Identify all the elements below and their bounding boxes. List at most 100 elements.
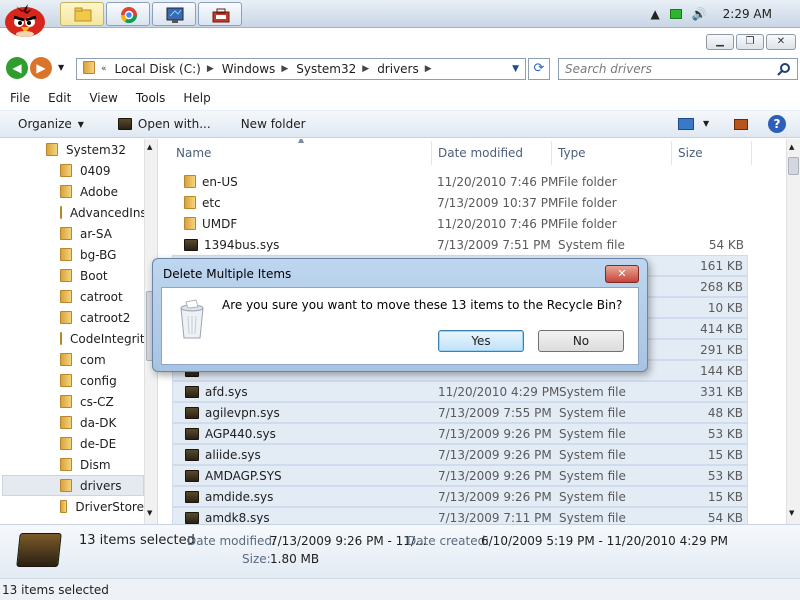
tray-up-arrow-icon[interactable]: ▲ (650, 7, 659, 21)
table-row[interactable]: aliide.sys 7/13/2009 9:26 PM System file 15… (172, 444, 748, 465)
chrome-icon (120, 7, 138, 24)
menu-view[interactable]: View (89, 91, 117, 105)
clock[interactable]: 2:29 AM (723, 7, 772, 21)
taskbar-explorer-button[interactable] (60, 2, 104, 26)
system-file-icon (185, 448, 199, 461)
dialog-body: Are you sure you want to move these 13 i… (161, 287, 639, 365)
crumb-system32[interactable]: System32 (296, 62, 356, 76)
scroll-up-icon[interactable]: ▲ (147, 143, 152, 151)
search-input[interactable]: Search drivers (558, 58, 798, 80)
table-row[interactable]: amdk8.sys 7/13/2009 7:11 PM System file 54 … (172, 507, 748, 524)
folder-icon (184, 196, 196, 209)
row-date: 7/13/2009 7:51 PM (437, 237, 551, 252)
address-dropdown-icon[interactable]: ▼ (512, 64, 519, 74)
column-size[interactable]: Size (672, 141, 752, 165)
yes-button[interactable]: Yes (438, 330, 524, 352)
tray-volume-icon[interactable]: 🔊 (692, 7, 707, 21)
crumb-arrow-icon[interactable]: ▶ (362, 64, 369, 74)
row-name: etc (184, 196, 434, 210)
table-row[interactable]: afd.sys 11/20/2010 4:29 PM System file 331 … (172, 381, 748, 402)
search-icon[interactable] (777, 62, 791, 76)
menu-file[interactable]: File (10, 91, 30, 105)
folder-icon (60, 437, 72, 450)
refresh-button[interactable]: ⟳ (528, 58, 550, 80)
recent-pages-icon[interactable]: ▼ (58, 63, 64, 72)
file-name: 1394bus.sys (204, 237, 280, 252)
table-row[interactable]: UMDF 11/20/2010 7:46 PM File folder (172, 213, 748, 234)
table-row[interactable]: AGP440.sys 7/13/2009 9:26 PM System file 53… (172, 423, 748, 444)
row-size: 54 KB (708, 237, 744, 252)
folder-icon (60, 185, 72, 198)
no-button[interactable]: No (538, 330, 624, 352)
crumb-arrow-icon[interactable]: ▶ (281, 64, 288, 74)
view-options-icon[interactable] (678, 118, 694, 130)
column-name[interactable]: Name (170, 141, 432, 165)
maximize-button[interactable]: ❐ (736, 34, 764, 50)
scroll-down-icon[interactable]: ▼ (147, 509, 152, 517)
angry-bird-icon[interactable] (2, 0, 48, 38)
help-icon[interactable]: ? (768, 115, 786, 133)
preview-pane-icon[interactable] (734, 119, 748, 130)
taskbar-chrome-button[interactable] (106, 2, 150, 26)
minimize-button[interactable]: ▁ (706, 34, 734, 50)
crumb-local-disk[interactable]: Local Disk (C:) (115, 62, 201, 76)
nav-item-drivers[interactable]: drivers (2, 475, 144, 496)
crumb-arrow-icon[interactable]: ▶ (207, 64, 214, 74)
file-scroll-thumb[interactable] (788, 157, 799, 175)
scroll-up-icon[interactable]: ▲ (789, 143, 794, 151)
organize-button[interactable]: Organize ▼ (18, 117, 84, 131)
details-pane: 13 items selected Date modified: 7/13/20… (0, 524, 800, 578)
forward-button[interactable]: ▶ (30, 57, 52, 79)
table-row[interactable]: en-US 11/20/2010 7:46 PM File folder (172, 171, 748, 192)
tray-network-icon[interactable] (669, 9, 682, 19)
column-date-modified[interactable]: Date modified (432, 141, 552, 165)
nav-item-system32[interactable]: System32 (46, 139, 157, 160)
table-row[interactable]: AMDAGP.SYS 7/13/2009 9:26 PM System file 53… (172, 465, 748, 486)
menu-help[interactable]: Help (183, 91, 210, 105)
row-name: 1394bus.sys (184, 238, 434, 252)
menu-edit[interactable]: Edit (48, 91, 71, 105)
table-row[interactable]: 1394bus.sys 7/13/2009 7:51 PM System file 5… (172, 234, 748, 255)
folder-small-icon (83, 61, 95, 77)
scroll-down-icon[interactable]: ▼ (789, 509, 794, 517)
row-name: amdide.sys (185, 490, 435, 504)
row-date: 7/13/2009 9:26 PM (438, 447, 552, 462)
nav-item[interactable]: AdvancedInstallers (60, 202, 144, 223)
address-bar[interactable]: « Local Disk (C:) ▶ Windows ▶ System32 ▶… (76, 58, 526, 80)
open-with-button[interactable]: Open with... (117, 117, 211, 131)
column-type[interactable]: Type (552, 141, 672, 165)
nav-item[interactable]: DriverStore (60, 496, 144, 517)
row-size: 414 KB (700, 321, 743, 336)
system-file-icon (185, 385, 199, 398)
crumb-drivers[interactable]: drivers (377, 62, 419, 76)
row-date: 7/13/2009 7:55 PM (438, 405, 552, 420)
nav-label: CodeIntegrity (70, 331, 144, 346)
row-date: 11/20/2010 4:29 PM (438, 384, 560, 399)
taskbar-display-button[interactable] (152, 2, 196, 26)
nav-item[interactable]: CodeIntegrity (60, 328, 144, 349)
row-size: 53 KB (707, 426, 743, 441)
taskbar-network-button[interactable] (198, 2, 242, 26)
crumb-arrow-icon[interactable]: ▶ (425, 64, 432, 74)
row-size: 161 KB (700, 258, 743, 273)
chevron-left-icon[interactable]: « (101, 64, 107, 74)
menu-tools[interactable]: Tools (136, 91, 166, 105)
row-size: 48 KB (707, 405, 743, 420)
table-row[interactable]: amdide.sys 7/13/2009 9:26 PM System file 15… (172, 486, 748, 507)
crumb-windows[interactable]: Windows (222, 62, 276, 76)
row-size: 144 KB (700, 363, 743, 378)
dialog-title: Delete Multiple Items (163, 267, 292, 281)
file-list-scrollbar[interactable]: ▲ ▼ (786, 139, 800, 524)
folder-icon (60, 206, 62, 219)
back-button[interactable]: ◀ (6, 57, 28, 79)
close-window-button[interactable]: ✕ (766, 34, 796, 50)
file-name: amdk8.sys (205, 510, 270, 525)
table-row[interactable]: etc 7/13/2009 10:37 PM File folder (172, 192, 748, 213)
table-row[interactable]: agilevpn.sys 7/13/2009 7:55 PM System file… (172, 402, 748, 423)
row-type: System file (559, 447, 626, 462)
dialog-close-button[interactable]: ✕ (605, 265, 639, 283)
new-folder-button[interactable]: New folder (241, 117, 306, 131)
view-dropdown-icon[interactable]: ▼ (703, 119, 709, 128)
system-tray: ▲ 🔊 2:29 AM (650, 0, 800, 28)
folder-icon (60, 374, 72, 387)
